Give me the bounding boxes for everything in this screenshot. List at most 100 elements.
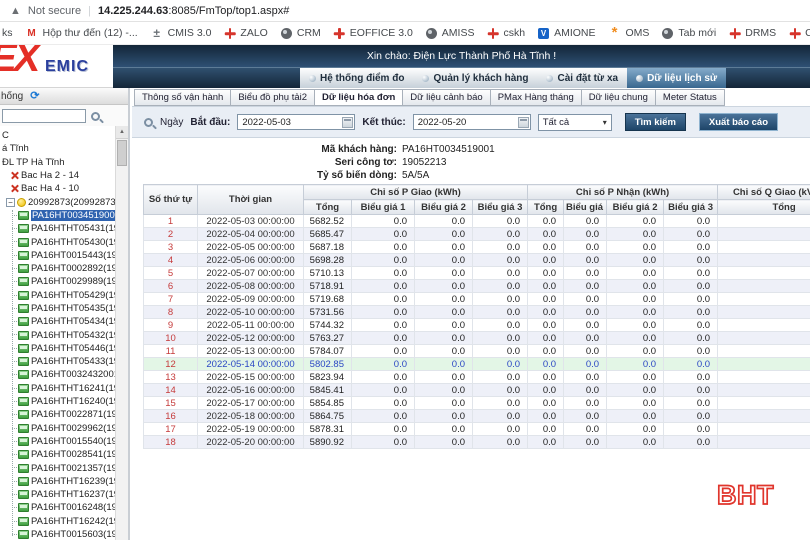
type-select[interactable]: Tất cả ▾ [538, 114, 612, 131]
subcol-bg2[interactable]: Biểu giá 2 [607, 200, 664, 215]
tree-meter-item[interactable]: PA16HTHT16241(19C [0, 382, 115, 395]
table-row[interactable]: 122022-05-14 00:00:005802.850.00.00.00.0… [144, 358, 810, 371]
tab-active[interactable]: Dữ liệu hóa đơn [314, 89, 403, 106]
tree-meter-item[interactable]: PA16HTHT05432(19C [0, 328, 115, 341]
table-row[interactable]: 42022-05-06 00:00:005698.280.00.00.00.00… [144, 254, 810, 267]
tree-meter-item[interactable]: PA16HT0028541(190 [0, 448, 115, 461]
tab-item[interactable]: Thông số vận hành [134, 89, 231, 106]
subcol-tong[interactable]: Tổng [304, 200, 352, 215]
col-header-time[interactable]: Thời gian [198, 185, 304, 215]
table-row[interactable]: 152022-05-17 00:00:005854.850.00.00.00.0… [144, 397, 810, 410]
table-row[interactable]: 72022-05-09 00:00:005719.680.00.00.00.00… [144, 293, 810, 306]
table-row[interactable]: 52022-05-07 00:00:005710.130.00.00.00.00… [144, 267, 810, 280]
table-row[interactable]: 92022-05-11 00:00:005744.320.00.00.00.00… [144, 319, 810, 332]
tree-meter-item[interactable]: PA16HTHT05429(19C [0, 289, 115, 302]
tree-meter-item[interactable]: PA16HTHT05431(19C [0, 222, 115, 235]
subcol-bg1[interactable]: Biểu giá 1 [564, 200, 607, 215]
tree-item[interactable]: Bac Ha 4 - 10 [0, 182, 115, 195]
refresh-icon[interactable]: ⟳ [30, 91, 39, 101]
tree-meter-item[interactable]: PA16HT0029962(190 [0, 422, 115, 435]
tree-meter-item[interactable]: PA16HTHT16242(19C [0, 515, 115, 528]
menu-item[interactable]: Hệ thống điểm đo [300, 68, 413, 88]
tree-meter-item[interactable]: PA16HT0002892(190 [0, 262, 115, 275]
tree-meter-item[interactable]: PA16HT0021357(190 [0, 461, 115, 474]
search-icon[interactable] [91, 112, 100, 121]
menu-item[interactable]: Quản lý khách hàng [413, 68, 537, 88]
tab-item[interactable]: Dữ liệu cảnh báo [402, 89, 490, 106]
tree-meter-item[interactable]: PA16HT0034519001( [0, 209, 115, 222]
tab-item[interactable]: Biểu đồ phụ tải2 [230, 89, 315, 106]
collapse-icon[interactable]: − [6, 198, 15, 207]
tree-meter-item[interactable]: PA16HTHT05435(19C [0, 302, 115, 315]
calendar-icon[interactable] [342, 117, 353, 128]
tab-item[interactable]: PMax Hàng tháng [490, 89, 582, 106]
bookmark-item[interactable]: cskh [487, 27, 525, 39]
bookmark-item[interactable]: AMISS [426, 27, 475, 39]
bookmark-item[interactable]: Chăm Sóc Khách H... [789, 27, 810, 39]
menu-item[interactable]: Cài đặt từ xa [537, 68, 627, 88]
tab-item[interactable]: Meter Status [655, 89, 725, 106]
bookmark-item[interactable]: ±CMIS 3.0 [151, 27, 212, 39]
tree-meter-item[interactable]: PA16HTHT05430(19C [0, 235, 115, 248]
table-row[interactable]: 62022-05-08 00:00:005718.910.00.00.00.00… [144, 280, 810, 293]
tree-meter-item[interactable]: PA16HTHT16239(19C [0, 475, 115, 488]
sidebar-scrollbar[interactable]: ▲ [115, 126, 128, 540]
subcol-bg3[interactable]: Biểu giá 3 [664, 200, 718, 215]
scroll-up-arrow[interactable]: ▲ [116, 126, 128, 139]
tree-meter-item[interactable]: PA16HT0029989(190 [0, 275, 115, 288]
bookmark-prefix[interactable]: ks [2, 27, 13, 39]
table-row[interactable]: 162022-05-18 00:00:005864.750.00.00.00.0… [144, 410, 810, 423]
tree-item[interactable]: Bac Ha 2 - 14 [0, 169, 115, 182]
tree-meter-item[interactable]: PA16HTHT05434(19C [0, 315, 115, 328]
tree-meter-item[interactable]: PA16HT0022871(190 [0, 408, 115, 421]
table-row[interactable]: 22022-05-04 00:00:005685.470.00.00.00.00… [144, 228, 810, 241]
bookmark-item[interactable]: EOFFICE 3.0 [334, 27, 413, 39]
subcol-tong[interactable]: Tổng [718, 200, 810, 215]
bookmark-item[interactable]: ZALO [224, 27, 267, 39]
search-button[interactable]: Tìm kiếm [625, 113, 686, 131]
tree-search-input[interactable] [2, 109, 86, 123]
subcol-bg2[interactable]: Biểu giá 2 [415, 200, 473, 215]
table-row[interactable]: 32022-05-05 00:00:005687.180.00.00.00.00… [144, 241, 810, 254]
table-row[interactable]: 172022-05-19 00:00:005878.310.00.00.00.0… [144, 423, 810, 436]
bookmark-item[interactable]: DRMS [729, 27, 776, 39]
tree-item[interactable]: C [0, 129, 115, 142]
scroll-thumb[interactable] [117, 140, 127, 166]
table-row[interactable]: 102022-05-12 00:00:005763.270.00.00.00.0… [144, 332, 810, 345]
table-row[interactable]: 82022-05-10 00:00:005731.560.00.00.00.00… [144, 306, 810, 319]
tree-item[interactable]: á Tĩnh [0, 142, 115, 155]
subcol-tong[interactable]: Tổng [528, 200, 564, 215]
warning-icon[interactable]: ▲︎ [10, 5, 21, 17]
export-report-button[interactable]: Xuất báo cáo [699, 113, 778, 131]
bookmark-item[interactable]: Tab mới [662, 27, 716, 39]
tree-meter-item[interactable]: PA16HTHT05446(19C [0, 342, 115, 355]
subcol-bg1[interactable]: Biểu giá 1 [352, 200, 415, 215]
tree-meter-item[interactable]: PA16HTHT05433(19C [0, 355, 115, 368]
table-row[interactable]: 182022-05-20 00:00:005890.920.00.00.00.0… [144, 436, 810, 449]
tree-meter-item[interactable]: PA16HT0015603(190 [0, 528, 115, 540]
url-text[interactable]: 14.225.244.63:8085/FmTop/top1.aspx# [98, 5, 289, 17]
bookmark-item[interactable]: MHộp thư đến (12) -... [26, 27, 138, 39]
tree-meter-item[interactable]: PA16HT0015443(190 [0, 249, 115, 262]
tree-item[interactable]: ĐL TP Hà Tĩnh [0, 156, 115, 169]
menu-item[interactable]: Dữ liệu lịch sử [627, 68, 726, 88]
tree-item[interactable]: −20992873(20992873) [0, 195, 115, 208]
subcol-bg3[interactable]: Biểu giá 3 [473, 200, 528, 215]
tree-meter-item[interactable]: PA16HTHT16237(19C [0, 488, 115, 501]
table-row[interactable]: 112022-05-13 00:00:005784.070.00.00.00.0… [144, 345, 810, 358]
col-header-stt[interactable]: Số thứ tự [144, 185, 198, 215]
table-row[interactable]: 142022-05-16 00:00:005845.410.00.00.00.0… [144, 384, 810, 397]
bookmark-item[interactable]: VAMIONE [538, 27, 595, 39]
security-label[interactable]: Not secure [28, 5, 81, 17]
tree-meter-item[interactable]: PA16HT0015540(190 [0, 435, 115, 448]
tree-meter-item[interactable]: PA16HT0016248(190 [0, 501, 115, 514]
tree-meter-item[interactable]: PA16HT0032432001( [0, 368, 115, 381]
tree-meter-item[interactable]: PA16HTHT16240(19C [0, 395, 115, 408]
bookmark-item[interactable]: *OMS [609, 27, 650, 39]
start-date-input[interactable] [237, 114, 355, 130]
table-row[interactable]: 132022-05-15 00:00:005823.940.00.00.00.0… [144, 371, 810, 384]
table-row[interactable]: 12022-05-03 00:00:005682.520.00.00.00.00… [144, 215, 810, 228]
end-date-input[interactable] [413, 114, 531, 130]
bookmark-item[interactable]: CRM [281, 27, 321, 39]
tab-item[interactable]: Dữ liệu chung [581, 89, 656, 106]
